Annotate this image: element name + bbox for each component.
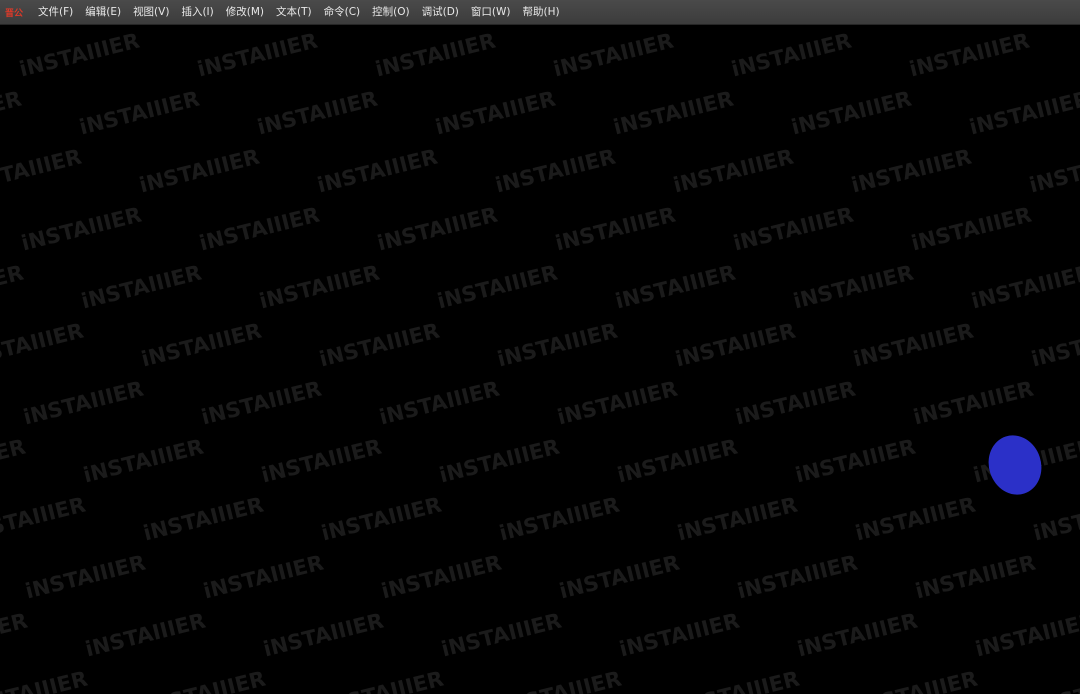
watermark-text: iNSTAIIIER xyxy=(140,492,266,546)
watermark-text: iNSTAIIIER xyxy=(672,318,798,372)
watermark-text: iNSTAIIIER xyxy=(1028,318,1080,372)
watermark-text: iNSTAIIIER xyxy=(196,202,322,256)
watermark-text: iNSTAIIIER xyxy=(972,608,1080,662)
watermark-text: iNSTAIIIER xyxy=(908,202,1034,256)
watermark-text: iNSTAIIIER xyxy=(258,434,384,488)
watermark-text: iNSTAIIIER xyxy=(788,86,914,140)
stage-canvas[interactable]: iNSTAIIIER iNSTAIIIER iNSTAIIIER iNSTAIIIER… xyxy=(0,25,1080,694)
blue-oval-shape[interactable] xyxy=(981,428,1049,502)
watermark-text: iNSTAIIIER xyxy=(968,260,1080,314)
watermark-text: iNSTAIIIER xyxy=(0,318,86,372)
watermark-text: iNSTAIIIER xyxy=(676,666,802,694)
watermark-text: iNSTAIIIER xyxy=(852,492,978,546)
menu-help[interactable]: 帮助(H) xyxy=(516,0,565,24)
menu-control[interactable]: 控制(O) xyxy=(366,0,415,24)
menu-edit[interactable]: 编辑(E) xyxy=(79,0,127,24)
watermark-text: iNSTAIIIER xyxy=(848,144,974,198)
menu-debug[interactable]: 调试(D) xyxy=(416,0,465,24)
watermark-text: iNSTAIIIER xyxy=(728,28,854,82)
watermark-text: iNSTAIIIER xyxy=(734,550,860,604)
watermark-text: iNSTAIIIER xyxy=(0,608,30,662)
watermark-text: iNSTAIIIER xyxy=(78,260,204,314)
watermark-text: iNSTAIIIER xyxy=(18,202,144,256)
watermark-text: iNSTAIIIER xyxy=(0,86,24,140)
menu-insert[interactable]: 插入(I) xyxy=(175,0,219,24)
watermark-text: iNSTAIIIER xyxy=(966,86,1080,140)
watermark-text: iNSTAIIIER xyxy=(614,434,740,488)
watermark-text: iNSTAIIIER xyxy=(372,28,498,82)
watermark-text: iNSTAIIIER xyxy=(318,492,444,546)
watermark-text: iNSTAIIIER xyxy=(670,144,796,198)
watermark-text: iNSTAIIIER xyxy=(0,492,88,546)
watermark-text: iNSTAIIIER xyxy=(438,608,564,662)
watermark-text: iNSTAIIIER xyxy=(1030,492,1080,546)
watermark-text: iNSTAIIIER xyxy=(260,608,386,662)
watermark-text: iNSTAIIIER xyxy=(794,608,920,662)
watermark-text: iNSTAIIIER xyxy=(136,144,262,198)
menu-modify[interactable]: 修改(M) xyxy=(220,0,270,24)
watermark-text: iNSTAIIIER xyxy=(616,608,742,662)
watermark-text: iNSTAIIIER xyxy=(1026,144,1080,198)
watermark-text: iNSTAIIIER xyxy=(552,202,678,256)
menu-bar: 晋公 文件(F) 编辑(E) 视图(V) 插入(I) 修改(M) 文本(T) 命… xyxy=(0,0,1080,25)
watermark-text: iNSTAIIIER xyxy=(792,434,918,488)
watermark-layer: iNSTAIIIER iNSTAIIIER iNSTAIIIER iNSTAIIIER… xyxy=(0,25,1080,694)
watermark-text: iNSTAIIIER xyxy=(254,86,380,140)
watermark-text: iNSTAIIIER xyxy=(494,318,620,372)
watermark-text: iNSTAIIIER xyxy=(854,666,980,694)
watermark-text: iNSTAIIIER xyxy=(82,608,208,662)
watermark-text: iNSTAIIIER xyxy=(732,376,858,430)
watermark-text: iNSTAIIIER xyxy=(320,666,446,694)
watermark-text: iNSTAIIIER xyxy=(138,318,264,372)
watermark-text: iNSTAIIIER xyxy=(850,318,976,372)
watermark-text: iNSTAIIIER xyxy=(256,260,382,314)
watermark-text: iNSTAIIIER xyxy=(314,144,440,198)
watermark-text: iNSTAIIIER xyxy=(194,28,320,82)
watermark-text: iNSTAIIIER xyxy=(80,434,206,488)
watermark-text: iNSTAIIIER xyxy=(496,492,622,546)
watermark-text: iNSTAIIIER xyxy=(730,202,856,256)
menu-file[interactable]: 文件(F) xyxy=(32,0,79,24)
watermark-text: iNSTAIIIER xyxy=(376,376,502,430)
watermark-text: iNSTAIIIER xyxy=(1032,666,1080,694)
watermark-text: iNSTAIIIER xyxy=(142,666,268,694)
watermark-text: iNSTAIIIER xyxy=(0,666,90,694)
watermark-text: iNSTAIIIER xyxy=(76,86,202,140)
watermark-text: iNSTAIIIER xyxy=(434,260,560,314)
watermark-text: iNSTAIIIER xyxy=(910,376,1036,430)
menu-window[interactable]: 窗口(W) xyxy=(465,0,517,24)
watermark-text: iNSTAIIIER xyxy=(0,260,26,314)
menu-command[interactable]: 命令(C) xyxy=(318,0,367,24)
watermark-text: iNSTAIIIER xyxy=(498,666,624,694)
watermark-text: iNSTAIIIER xyxy=(436,434,562,488)
watermark-text: iNSTAIIIER xyxy=(198,376,324,430)
menu-text[interactable]: 文本(T) xyxy=(270,0,318,24)
watermark-text: iNSTAIIIER xyxy=(22,550,148,604)
watermark-text: iNSTAIIIER xyxy=(790,260,916,314)
watermark-text: iNSTAIIIER xyxy=(20,376,146,430)
watermark-text: iNSTAIIIER xyxy=(674,492,800,546)
watermark-text: iNSTAIIIER xyxy=(554,376,680,430)
watermark-text: iNSTAIIIER xyxy=(612,260,738,314)
watermark-text: iNSTAIIIER xyxy=(0,144,84,198)
watermark-text: iNSTAIIIER xyxy=(378,550,504,604)
watermark-text: iNSTAIIIER xyxy=(610,86,736,140)
watermark-text: iNSTAIIIER xyxy=(432,86,558,140)
watermark-text: iNSTAIIIER xyxy=(16,28,142,82)
watermark-text: iNSTAIIIER xyxy=(550,28,676,82)
watermark-text: iNSTAIIIER xyxy=(374,202,500,256)
watermark-text: iNSTAIIIER xyxy=(912,550,1038,604)
application-window: 晋公 文件(F) 编辑(E) 视图(V) 插入(I) 修改(M) 文本(T) 命… xyxy=(0,0,1080,694)
menu-view[interactable]: 视图(V) xyxy=(127,0,175,24)
watermark-text: iNSTAIIIER xyxy=(200,550,326,604)
watermark-text: iNSTAIIIER xyxy=(492,144,618,198)
watermark-text: iNSTAIIIER xyxy=(906,28,1032,82)
watermark-text: iNSTAIIIER xyxy=(556,550,682,604)
app-logo-icon[interactable]: 晋公 xyxy=(4,4,24,20)
watermark-text: iNSTAIIIER xyxy=(0,434,28,488)
watermark-text: iNSTAIIIER xyxy=(316,318,442,372)
